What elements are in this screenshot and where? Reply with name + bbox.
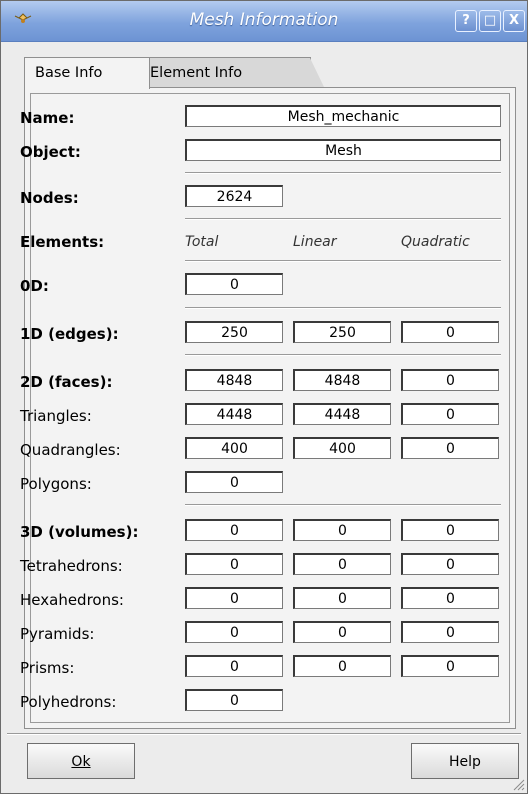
row-label-triangles: Triangles: <box>20 407 92 425</box>
field-3d-total[interactable]: 0 <box>185 519 283 541</box>
field-0d-total[interactable]: 0 <box>185 273 283 295</box>
row-label-2d: 2D (faces): <box>20 373 113 391</box>
row-label-hexahedrons: Hexahedrons: <box>20 591 124 609</box>
field-triangles-linear[interactable]: 4448 <box>293 403 391 425</box>
field-tetrahedrons-quadratic[interactable]: 0 <box>401 553 499 575</box>
bottom-separator <box>7 733 521 735</box>
name-field[interactable]: Mesh_mechanic <box>185 105 501 127</box>
field-1d-linear[interactable]: 250 <box>293 321 391 343</box>
field-1d-total[interactable]: 250 <box>185 321 283 343</box>
row-label-0d: 0D: <box>20 277 49 295</box>
help-button-label: Help <box>449 754 481 770</box>
nodes-field[interactable]: 2624 <box>185 185 283 207</box>
close-button[interactable]: X <box>503 10 525 32</box>
nodes-label: Nodes: <box>20 189 79 207</box>
field-pyramids-total[interactable]: 0 <box>185 621 283 643</box>
mesh-information-dialog: Mesh Information ? □ X Base Info Element… <box>0 0 528 794</box>
help-title-button[interactable]: ? <box>455 10 477 32</box>
tab-base-info[interactable]: Base Info <box>24 57 150 89</box>
separator <box>185 218 501 220</box>
field-prisms-linear[interactable]: 0 <box>293 655 391 677</box>
window-title: Mesh Information <box>189 10 339 30</box>
field-1d-quadratic[interactable]: 0 <box>401 321 499 343</box>
help-button[interactable]: Help <box>411 743 519 779</box>
field-pyramids-linear[interactable]: 0 <box>293 621 391 643</box>
field-3d-linear[interactable]: 0 <box>293 519 391 541</box>
field-pyramids-quadratic[interactable]: 0 <box>401 621 499 643</box>
col-header-linear: Linear <box>293 234 337 250</box>
field-2d-total[interactable]: 4848 <box>185 369 283 391</box>
title-bar[interactable]: Mesh Information ? □ X <box>1 1 527 42</box>
field-tetrahedrons-total[interactable]: 0 <box>185 553 283 575</box>
row-label-quadrangles: Quadrangles: <box>20 441 121 459</box>
row-label-tetrahedrons: Tetrahedrons: <box>20 557 123 575</box>
name-label: Name: <box>20 109 75 127</box>
row-label-polygons: Polygons: <box>20 475 92 493</box>
row-label-3d: 3D (volumes): <box>20 523 139 541</box>
field-2d-quadratic[interactable]: 0 <box>401 369 499 391</box>
object-label: Object: <box>20 143 81 161</box>
ok-button[interactable]: Ok <box>27 743 135 779</box>
field-prisms-quadratic[interactable]: 0 <box>401 655 499 677</box>
separator <box>185 307 501 309</box>
maximize-button[interactable]: □ <box>479 10 501 32</box>
separator <box>185 504 501 506</box>
resize-grip-icon[interactable] <box>511 777 525 791</box>
tab-element-info[interactable]: Element Info <box>139 57 324 87</box>
col-header-total: Total <box>185 234 219 250</box>
field-quadrangles-linear[interactable]: 400 <box>293 437 391 459</box>
row-label-prisms: Prisms: <box>20 659 75 677</box>
field-prisms-total[interactable]: 0 <box>185 655 283 677</box>
row-label-1d: 1D (edges): <box>20 325 119 343</box>
field-hexahedrons-linear[interactable]: 0 <box>293 587 391 609</box>
elements-label: Elements: <box>20 233 105 251</box>
field-2d-linear[interactable]: 4848 <box>293 369 391 391</box>
field-triangles-quadratic[interactable]: 0 <box>401 403 499 425</box>
separator <box>185 354 501 356</box>
ok-button-label: Ok <box>71 754 91 770</box>
row-label-pyramids: Pyramids: <box>20 625 95 643</box>
field-hexahedrons-quadratic[interactable]: 0 <box>401 587 499 609</box>
field-tetrahedrons-linear[interactable]: 0 <box>293 553 391 575</box>
separator <box>185 260 501 262</box>
field-3d-quadratic[interactable]: 0 <box>401 519 499 541</box>
row-label-polyhedrons: Polyhedrons: <box>20 693 117 711</box>
field-quadrangles-quadratic[interactable]: 0 <box>401 437 499 459</box>
object-field[interactable]: Mesh <box>185 139 501 161</box>
field-polygons-total[interactable]: 0 <box>185 471 283 493</box>
field-triangles-total[interactable]: 4448 <box>185 403 283 425</box>
separator <box>185 172 501 174</box>
field-quadrangles-total[interactable]: 400 <box>185 437 283 459</box>
field-polyhedrons-total[interactable]: 0 <box>185 689 283 711</box>
field-hexahedrons-total[interactable]: 0 <box>185 587 283 609</box>
col-header-quadratic: Quadratic <box>401 234 470 250</box>
